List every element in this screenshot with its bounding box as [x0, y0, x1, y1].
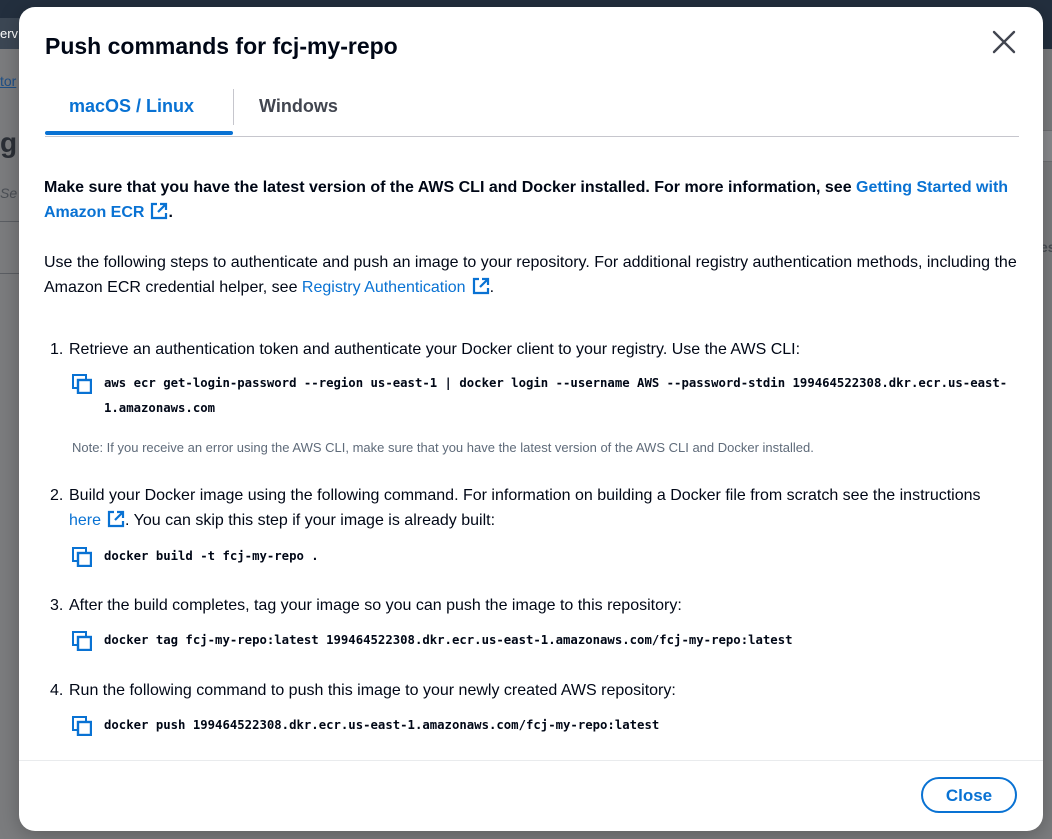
step-number: 1. [50, 341, 64, 358]
auth-paragraph: Use the following steps to authenticate … [44, 250, 1019, 300]
modal-intro: Make sure that you have the latest versi… [44, 175, 1019, 300]
footer-divider [19, 760, 1043, 761]
step-text: Run the following command to push this i… [69, 682, 676, 699]
active-tab-indicator [45, 131, 233, 135]
console-link-fragment: tor [0, 73, 17, 89]
copy-icon[interactable] [72, 716, 92, 736]
console-divider [0, 221, 20, 222]
external-link-icon [472, 277, 489, 295]
copy-icon[interactable] [72, 631, 92, 651]
step-text: After the build completes, tag your imag… [69, 597, 682, 614]
step-text: Retrieve an authentication token and aut… [69, 341, 801, 358]
auth-text: Use the following steps to authenticate … [44, 254, 1017, 296]
close-x-icon[interactable] [989, 27, 1019, 57]
os-tabs: macOS / Linux Windows [45, 87, 1019, 137]
here-link-label: here [69, 512, 102, 529]
step-text-start: Build your Docker image using the follow… [69, 487, 981, 504]
dockerfile-instructions-link[interactable]: here [69, 510, 125, 529]
external-link-icon [107, 510, 125, 528]
console-input-fragment: Se [0, 185, 18, 201]
registry-authentication-link[interactable]: Registry Authentication [301, 277, 490, 296]
command-text: docker push 199464522308.dkr.ecr.us-east… [104, 718, 660, 732]
tab-windows[interactable]: Windows [259, 87, 338, 133]
step-note: Note: If you receive an error using the … [72, 440, 814, 455]
intro-text: Make sure that you have the latest versi… [44, 179, 857, 196]
command-text: aws ecr get-login-password --region us-e… [104, 376, 1008, 415]
command-text: docker tag fcj-my-repo:latest 1994645223… [104, 633, 793, 647]
copy-icon[interactable] [72, 547, 92, 567]
intro-paragraph: Make sure that you have the latest versi… [44, 175, 1019, 225]
step-number: 4. [50, 682, 64, 699]
copy-icon[interactable] [72, 374, 92, 394]
external-link-icon [151, 202, 168, 220]
console-heading-fragment: g [0, 127, 18, 158]
close-button[interactable]: Close [921, 777, 1017, 813]
intro-text-end: . [168, 204, 173, 221]
step-text: Build your Docker image using the follow… [69, 483, 1014, 533]
modal-title: Push commands for fcj-my-repo [45, 33, 398, 59]
step-text-end: . You can skip this step if your image i… [125, 512, 496, 529]
auth-text-end: . [489, 279, 495, 296]
tab-macos-linux[interactable]: macOS / Linux [69, 87, 194, 133]
step-number: 2. [50, 487, 64, 504]
console-divider [0, 273, 20, 274]
push-commands-modal: Push commands for fcj-my-repo macOS / Li… [19, 7, 1043, 831]
command-text: docker build -t fcj-my-repo . [104, 549, 319, 563]
step-number: 3. [50, 597, 64, 614]
tab-separator [233, 89, 234, 125]
registry-authentication-link-label: Registry Authentication [301, 279, 466, 296]
